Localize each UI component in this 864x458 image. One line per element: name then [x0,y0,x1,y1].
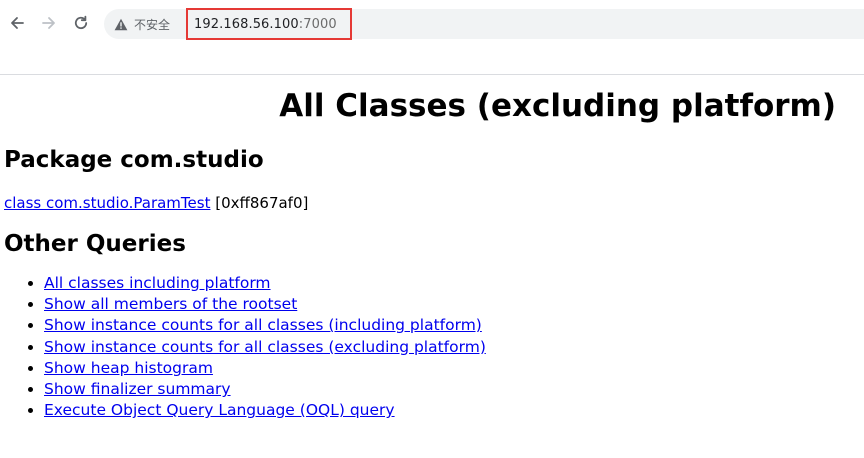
warning-triangle-icon [114,18,128,30]
query-link-instance-counts-excluding[interactable]: Show instance counts for all classes (ex… [44,338,486,356]
address-bar[interactable]: 不安全 192.168.56.100:7000 [104,8,864,40]
query-link-heap-histogram[interactable]: Show heap histogram [44,359,213,377]
list-item: Execute Object Query Language (OQL) quer… [44,400,854,421]
list-item: Show all members of the rootset [44,294,854,315]
class-link[interactable]: class com.studio.ParamTest [4,194,210,212]
security-indicator[interactable]: 不安全 [114,9,170,39]
arrow-left-icon [11,17,24,29]
page-content: All Classes (excluding platform) Package… [4,76,854,421]
query-link-instance-counts-including[interactable]: Show instance counts for all classes (in… [44,316,482,334]
list-item: Show instance counts for all classes (ex… [44,337,854,358]
other-queries-heading: Other Queries [4,231,186,257]
reload-button[interactable] [68,10,94,36]
forward-button[interactable] [36,10,62,36]
security-label: 不安全 [134,17,171,32]
queries-list: All classes including platform Show all … [4,273,854,421]
arrow-right-icon [42,17,55,29]
page-title: All Classes (excluding platform) [279,88,836,124]
query-link-oql[interactable]: Execute Object Query Language (OQL) quer… [44,401,395,419]
reload-icon [74,15,88,29]
list-item: Show finalizer summary [44,379,854,400]
list-item: Show instance counts for all classes (in… [44,315,854,336]
url-host: 192.168.56.100 [194,16,299,32]
query-link-rootset-members[interactable]: Show all members of the rootset [44,295,297,313]
toolbar-divider [0,74,864,75]
query-link-finalizer-summary[interactable]: Show finalizer summary [44,380,231,398]
browser-toolbar: 不安全 192.168.56.100:7000 [0,0,864,46]
url-port: :7000 [298,16,337,32]
list-item: Show heap histogram [44,358,854,379]
class-entry: class com.studio.ParamTest [0xff867af0] [4,193,854,213]
list-item: All classes including platform [44,273,854,294]
query-link-all-classes-including-platform[interactable]: All classes including platform [44,274,271,292]
url-text[interactable]: 192.168.56.100:7000 [186,8,352,40]
back-button[interactable] [4,10,30,36]
class-address: [0xff867af0] [215,194,309,212]
package-heading: Package com.studio [4,147,264,173]
